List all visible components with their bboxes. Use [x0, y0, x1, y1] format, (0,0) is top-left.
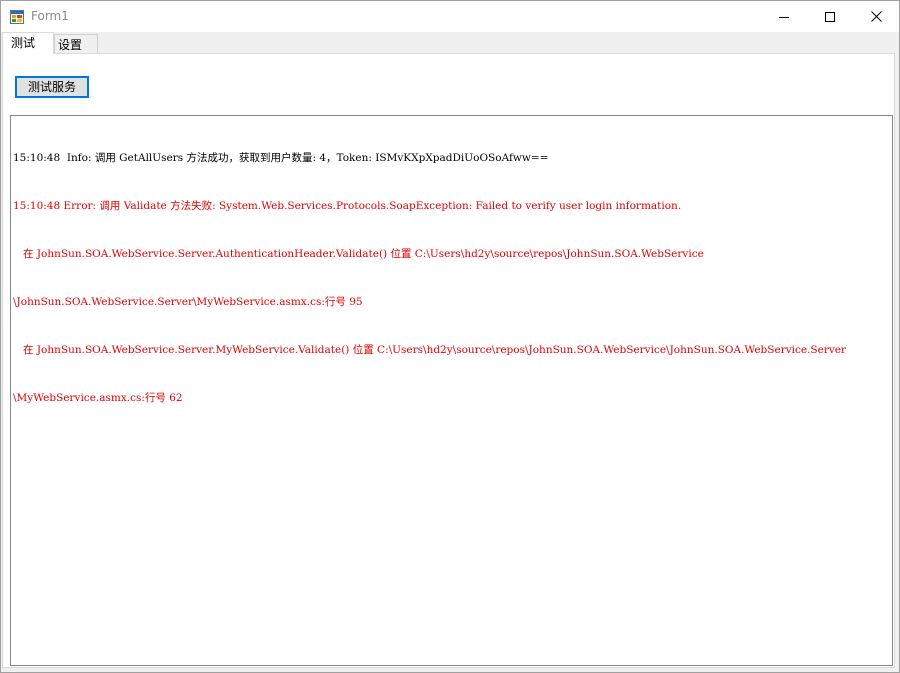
minimize-icon: [779, 16, 789, 18]
close-button[interactable]: [853, 1, 899, 32]
maximize-button[interactable]: [807, 1, 853, 32]
test-service-button[interactable]: 测试服务: [15, 76, 89, 98]
log-content: 15:10:48 Info: 调用 GetAllUsers 方法成功，获取到用户…: [13, 118, 889, 438]
client-area: 测试 设置 测试服务 15:10:48 Info: 调用 GetAllUsers…: [1, 32, 899, 672]
log-line: \MyWebService.asmx.cs:行号 62: [13, 392, 183, 404]
log-line: 在 JohnSun.SOA.WebService.Server.MyWebSer…: [13, 344, 847, 356]
tab-settings[interactable]: 设置: [54, 34, 98, 53]
minimize-button[interactable]: [761, 1, 807, 32]
log-line: 在 JohnSun.SOA.WebService.Server.Authenti…: [13, 248, 704, 260]
log-line: \JohnSun.SOA.WebService.Server\MyWebServ…: [13, 296, 363, 308]
main-window: Form1 测试 设置 测试服务 15:10:48 Info: 调用 GetAl…: [0, 0, 900, 673]
title-bar[interactable]: Form1: [1, 1, 899, 32]
log-line: 15:10:48 Error: 调用 Validate 方法失败: System…: [13, 200, 682, 212]
tab-page-test: 测试服务 15:10:48 Info: 调用 GetAllUsers 方法成功，…: [2, 53, 895, 668]
tab-test[interactable]: 测试: [2, 32, 54, 54]
winforms-app-icon[interactable]: [10, 9, 24, 24]
log-output-textbox[interactable]: 15:10:48 Info: 调用 GetAllUsers 方法成功，获取到用户…: [10, 115, 893, 666]
window-title: Form1: [31, 9, 69, 23]
maximize-icon: [825, 11, 835, 22]
log-line: 15:10:48 Info: 调用 GetAllUsers 方法成功，获取到用户…: [13, 152, 549, 164]
close-icon: [870, 11, 882, 22]
